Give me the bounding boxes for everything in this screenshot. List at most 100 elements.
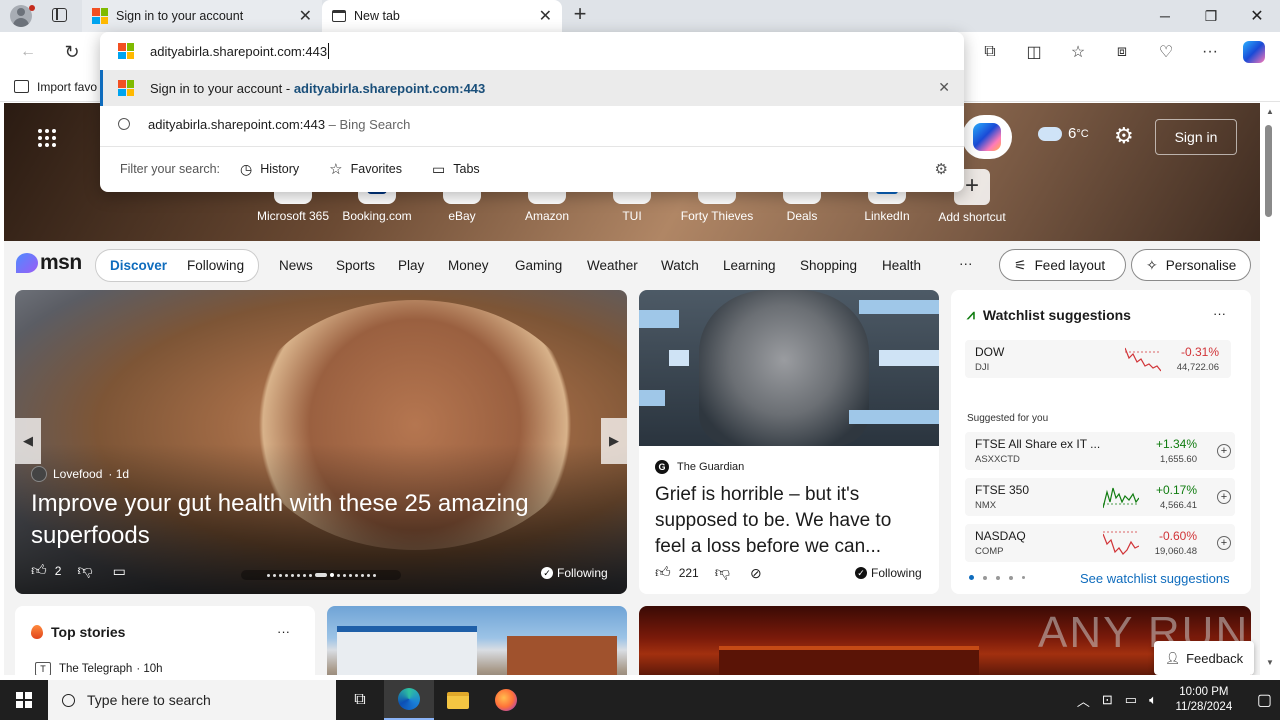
- following-badge[interactable]: ✓ Following: [541, 566, 608, 580]
- network-icon[interactable]: ▭: [1125, 692, 1137, 708]
- close-window-button[interactable]: ✕: [1234, 0, 1280, 32]
- carousel-dots[interactable]: [241, 570, 401, 580]
- see-watchlist-link[interactable]: See watchlist suggestions: [1080, 571, 1230, 586]
- restore-button[interactable]: ❐: [1188, 0, 1234, 32]
- suggestion-sign-in[interactable]: Sign in to your account - adityabirla.sh…: [100, 70, 964, 106]
- personalise-button[interactable]: ✧ Personalise: [1131, 249, 1251, 281]
- page-settings-icon[interactable]: ⚙: [1114, 123, 1134, 149]
- add-to-watchlist-button[interactable]: +: [1217, 536, 1231, 550]
- featured-story-card[interactable]: ◀ ▶ Lovefood · 1d Improve your gut healt…: [15, 290, 627, 594]
- collections-icon[interactable]: ⧈: [1106, 36, 1138, 68]
- scroll-down-icon[interactable]: ▼: [1266, 658, 1274, 667]
- extensions-icon[interactable]: ⧉: [974, 36, 1006, 68]
- import-favorites-icon[interactable]: [14, 80, 29, 93]
- scroll-up-icon[interactable]: ▲: [1266, 107, 1274, 116]
- filter-history[interactable]: ◷ History: [240, 161, 299, 178]
- feed-layout-button[interactable]: ⚟ Feed layout: [999, 249, 1126, 281]
- add-to-watchlist-button[interactable]: +: [1217, 490, 1231, 504]
- guardian-story-card[interactable]: G The Guardian Grief is horrible – but i…: [639, 290, 939, 594]
- comments-off-icon[interactable]: ⊘: [750, 565, 762, 582]
- tray-app-icon[interactable]: ⊡: [1102, 692, 1113, 708]
- following-label: Following: [557, 566, 608, 580]
- address-input-row[interactable]: adityabirla.sharepoint.com:443: [100, 32, 964, 70]
- copilot-icon[interactable]: [1238, 36, 1270, 68]
- nav-more-button[interactable]: ···: [959, 256, 973, 271]
- hero-sign-in-button[interactable]: Sign in: [1155, 119, 1237, 155]
- taskbar-firefox-icon[interactable]: [482, 680, 530, 720]
- watch-row-ftse-350[interactable]: FTSE 350 NMX +0.17% 4,566.41 +: [965, 478, 1235, 516]
- feedback-button[interactable]: 👤︎ Feedback: [1154, 641, 1254, 675]
- browser-essentials-icon[interactable]: ♡: [1150, 36, 1182, 68]
- favorites-star-icon[interactable]: ☆: [1062, 36, 1094, 68]
- search-settings-icon[interactable]: ⚙: [935, 160, 948, 178]
- taskbar-search-box[interactable]: Type here to search: [48, 680, 336, 720]
- page-scrollbar[interactable]: ▲ ▼: [1262, 103, 1276, 675]
- tab-following[interactable]: Following: [177, 258, 254, 273]
- scroll-thumb[interactable]: [1265, 125, 1272, 217]
- suggestion-bing-search[interactable]: adityabirla.sharepoint.com:443 – Bing Se…: [100, 106, 964, 142]
- filter-favorites[interactable]: ☆ Favorites: [329, 160, 402, 178]
- back-button[interactable]: ←: [12, 36, 44, 68]
- story-headline[interactable]: Improve your gut health with these 25 am…: [31, 488, 591, 552]
- nav-sports[interactable]: Sports: [336, 258, 375, 273]
- guardian-headline[interactable]: Grief is horrible – but it's supposed to…: [655, 482, 927, 560]
- notifications-icon[interactable]: ▢: [1257, 690, 1272, 710]
- minimize-button[interactable]: ─: [1142, 0, 1188, 32]
- import-favorites-link[interactable]: Import favo: [37, 80, 97, 94]
- taskbar-edge-icon[interactable]: [384, 680, 434, 720]
- nav-weather[interactable]: Weather: [587, 258, 638, 273]
- remove-suggestion-icon[interactable]: ✕: [938, 79, 950, 96]
- task-view-icon[interactable]: ⧉: [336, 680, 384, 720]
- filter-tabs[interactable]: ▭ Tabs: [432, 161, 480, 178]
- tab-actions-icon[interactable]: [52, 8, 67, 22]
- msn-logo[interactable]: msn: [16, 251, 82, 275]
- nav-play[interactable]: Play: [398, 258, 424, 273]
- new-tab-button[interactable]: +: [568, 3, 592, 27]
- nav-health[interactable]: Health: [882, 258, 921, 273]
- like-icon[interactable]: 👍︎: [655, 564, 671, 582]
- next-arrow-button[interactable]: ▶: [601, 418, 627, 464]
- settings-more-icon[interactable]: ···: [1194, 36, 1226, 68]
- watch-row-nasdaq[interactable]: NASDAQ COMP -0.60% 19,060.48 +: [965, 524, 1235, 562]
- comment-icon[interactable]: ▭: [113, 563, 126, 580]
- tabs-icon: ▭: [432, 160, 446, 177]
- top-story-source-row[interactable]: T The Telegraph · 10h: [35, 662, 163, 675]
- dislike-icon[interactable]: 👎︎: [77, 562, 92, 580]
- shortcut-label: Amazon: [524, 209, 570, 223]
- volume-icon[interactable]: 🔈︎: [1149, 692, 1157, 708]
- like-count: 2: [54, 564, 62, 578]
- split-screen-icon[interactable]: ◫: [1018, 36, 1050, 68]
- clock[interactable]: 10:00 PM 11/28/2024: [1169, 685, 1239, 715]
- nav-shopping[interactable]: Shopping: [800, 258, 857, 273]
- nav-money[interactable]: Money: [448, 258, 489, 273]
- watch-row-ftse-all-share[interactable]: FTSE All Share ex IT ... ASXXCTD +1.34% …: [965, 432, 1235, 470]
- nav-gaming[interactable]: Gaming: [515, 258, 562, 273]
- tab-sign-in[interactable]: Sign in to your account ✕: [82, 0, 322, 32]
- following-badge[interactable]: ✓ Following: [855, 566, 922, 580]
- close-tab-icon[interactable]: ✕: [539, 6, 552, 26]
- nav-news[interactable]: News: [279, 258, 313, 273]
- tray-overflow-icon[interactable]: ︿: [1077, 691, 1090, 710]
- tab-discover[interactable]: Discover: [100, 258, 177, 273]
- nav-watch[interactable]: Watch: [661, 258, 699, 273]
- taskbar-file-explorer-icon[interactable]: [434, 680, 482, 720]
- weather-widget[interactable]: 6 °C: [1038, 125, 1089, 142]
- like-icon[interactable]: 👍︎: [31, 562, 47, 580]
- refresh-button[interactable]: ↻: [56, 36, 88, 68]
- watch-row-dow[interactable]: DOW DJI -0.31% 44,722.06: [965, 340, 1231, 378]
- copilot-hero-button[interactable]: [962, 115, 1012, 159]
- watchlist-page-dots[interactable]: [969, 575, 1025, 580]
- tab-new-tab[interactable]: New tab ✕: [322, 0, 562, 32]
- close-tab-icon[interactable]: ✕: [299, 6, 312, 26]
- watchlist-more-button[interactable]: ···: [1213, 306, 1226, 321]
- nav-learning[interactable]: Learning: [723, 258, 776, 273]
- building-story-card[interactable]: [327, 606, 627, 675]
- toolbar-actions: ⧉ ◫ ☆ ⧈ ♡ ···: [974, 36, 1270, 68]
- prev-arrow-button[interactable]: ◀: [15, 418, 41, 464]
- add-to-watchlist-button[interactable]: +: [1217, 444, 1231, 458]
- dislike-icon[interactable]: 👎︎: [715, 564, 730, 582]
- top-stories-more-button[interactable]: ···: [277, 624, 290, 639]
- start-button[interactable]: [0, 680, 48, 720]
- address-input[interactable]: adityabirla.sharepoint.com:443: [150, 44, 327, 59]
- apps-grid-icon[interactable]: [38, 129, 56, 147]
